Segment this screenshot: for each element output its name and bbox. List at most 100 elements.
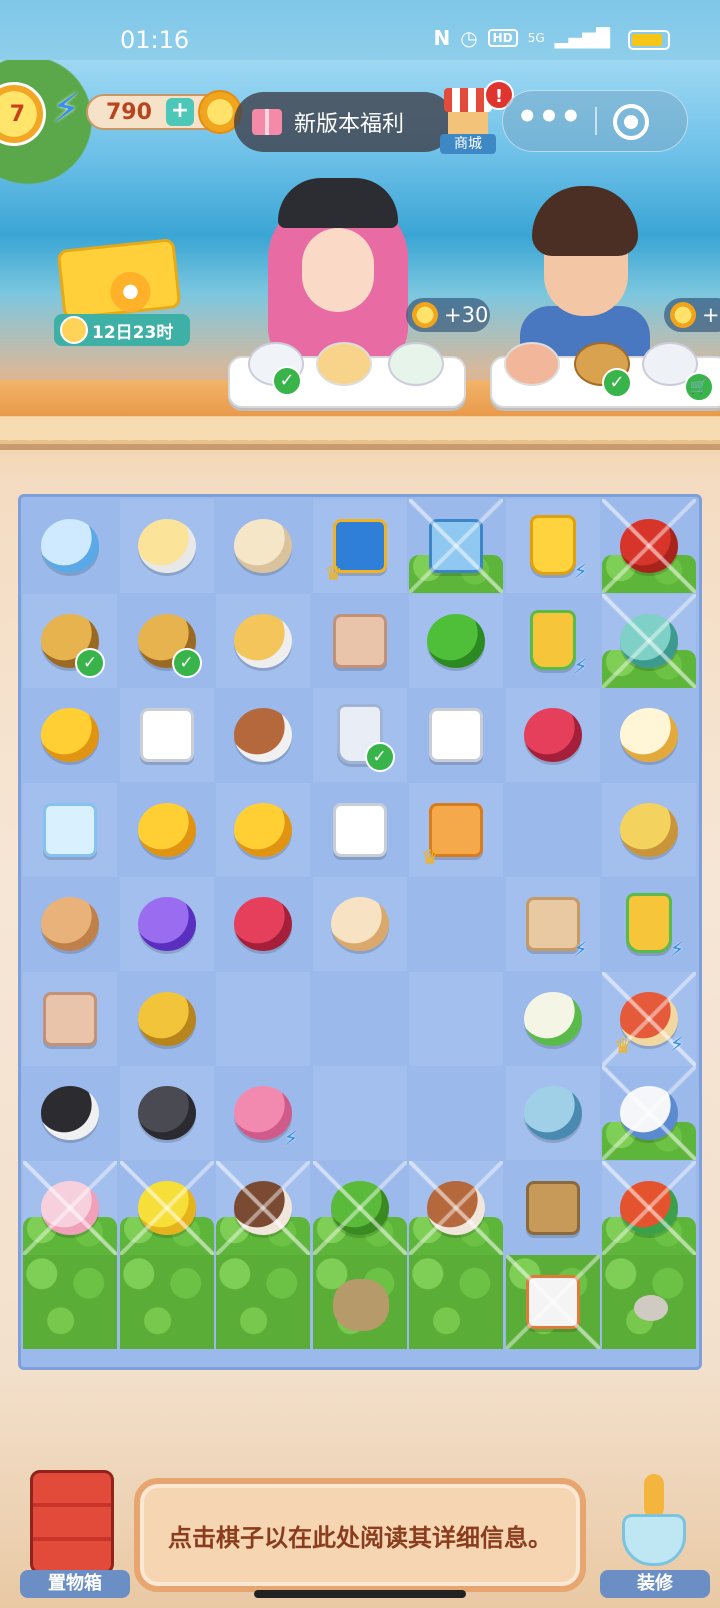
board-cell[interactable]: ⚡ <box>505 877 600 971</box>
meat-bun-piece[interactable] <box>323 887 397 961</box>
board-cell[interactable] <box>505 1255 600 1349</box>
event-badge[interactable]: 12日23时 <box>54 234 190 346</box>
board-cell[interactable] <box>602 782 696 877</box>
egg-custard-piece[interactable] <box>130 509 204 583</box>
strainer-piece[interactable] <box>612 698 686 772</box>
board-cell[interactable] <box>216 1255 310 1349</box>
board-cell[interactable] <box>119 877 214 971</box>
storage-box-button[interactable]: 置物箱 <box>20 1470 130 1600</box>
board-cell[interactable] <box>23 1255 117 1349</box>
board-cell[interactable] <box>312 877 407 971</box>
board-cell[interactable]: ⚡ <box>506 594 600 688</box>
juicer-piece[interactable]: ⚡ <box>612 887 686 961</box>
board-cell[interactable] <box>216 782 310 877</box>
board-cell[interactable] <box>602 499 696 593</box>
board-cell[interactable] <box>216 593 310 688</box>
black-cat-piece[interactable] <box>33 1076 107 1150</box>
add-coins-button[interactable]: + <box>166 98 194 126</box>
coin-counter[interactable]: 790 + <box>86 90 242 134</box>
board-cell[interactable] <box>409 877 503 971</box>
coin-piece[interactable] <box>130 793 204 867</box>
board-cell[interactable]: ♛ ⚡ <box>602 971 696 1066</box>
ruby-gems-piece[interactable] <box>226 887 300 961</box>
board-cell[interactable] <box>409 1160 503 1255</box>
board-cell[interactable]: ⚡ <box>602 877 696 971</box>
tea-mug-piece[interactable]: ✓ <box>323 698 397 772</box>
mystery-box-piece[interactable]: ♛ <box>419 793 493 867</box>
paper-bag-piece[interactable] <box>33 982 107 1056</box>
bun-roll-piece[interactable] <box>226 509 300 583</box>
board-cell[interactable] <box>409 1066 503 1160</box>
board-cell[interactable] <box>23 1066 117 1160</box>
spatula-piece[interactable] <box>516 1171 590 1245</box>
board-cell[interactable] <box>602 593 696 688</box>
ice-bowl-piece[interactable] <box>33 509 107 583</box>
board-cell[interactable] <box>216 877 310 971</box>
shopping-bag-piece[interactable]: ⚡ <box>516 887 590 961</box>
board-cell[interactable] <box>23 499 117 593</box>
board-cell[interactable] <box>23 877 117 971</box>
steamer-piece[interactable]: ✓ <box>33 604 107 678</box>
board-cell[interactable] <box>119 1160 214 1255</box>
board-cell[interactable] <box>409 1255 503 1349</box>
blue-bowl-piece[interactable] <box>516 1076 590 1150</box>
board-cell[interactable] <box>23 688 117 782</box>
fish-piece[interactable] <box>612 793 686 867</box>
board-cell[interactable] <box>120 783 214 877</box>
board-cell[interactable] <box>602 1066 696 1160</box>
board-cell[interactable] <box>119 688 214 782</box>
board-cell[interactable] <box>602 1160 696 1255</box>
tea-bag-piece[interactable] <box>323 793 397 867</box>
board-cell[interactable] <box>409 688 503 782</box>
board-cell[interactable] <box>506 783 600 877</box>
board-cell[interactable] <box>23 782 117 877</box>
board-cell[interactable] <box>409 593 503 688</box>
board-cell[interactable] <box>119 499 214 593</box>
magic-orb-piece[interactable] <box>130 887 204 961</box>
board-cell[interactable] <box>602 1255 696 1349</box>
board-cell[interactable] <box>505 688 600 782</box>
tea-bag-piece[interactable] <box>130 698 204 772</box>
tea-bag-piece[interactable] <box>419 698 493 772</box>
board-cell[interactable] <box>506 972 600 1066</box>
juicer-piece[interactable]: ⚡ <box>516 604 590 678</box>
steamer-piece[interactable]: ✓ <box>130 604 204 678</box>
coin-pair-piece[interactable] <box>226 793 300 867</box>
new-version-bonus-button[interactable]: 新版本福利 <box>234 92 454 152</box>
order-item-soup-bowl[interactable] <box>316 342 372 386</box>
board-cell[interactable] <box>216 688 310 782</box>
gray-cat-piece[interactable] <box>130 1076 204 1150</box>
board-cell[interactable] <box>23 1160 117 1255</box>
board-cell[interactable] <box>120 972 214 1066</box>
cat-piece[interactable] <box>33 887 107 961</box>
board-cell[interactable] <box>119 1066 214 1160</box>
coin-stack-piece[interactable] <box>33 698 107 772</box>
more-options-button[interactable]: ••• <box>503 91 595 151</box>
home-indicator[interactable] <box>254 1590 466 1598</box>
water-bucket-piece[interactable]: ⚡ <box>516 509 590 583</box>
board-cell[interactable] <box>23 971 117 1066</box>
board-cell[interactable] <box>313 972 407 1066</box>
macaron-piece[interactable]: ⚡ <box>226 1076 300 1150</box>
green-pepper-piece[interactable] <box>419 604 493 678</box>
board-cell[interactable] <box>409 971 503 1066</box>
board-cell[interactable] <box>313 783 407 877</box>
customer-girl[interactable] <box>268 178 408 368</box>
board-cell[interactable] <box>313 594 407 688</box>
board-cell[interactable] <box>312 1066 407 1160</box>
board-cell[interactable] <box>216 499 310 593</box>
board-cell[interactable]: ⚡ <box>216 1066 310 1160</box>
close-miniprogram-button[interactable] <box>613 104 649 140</box>
treasure-chest-piece[interactable]: ♛ <box>323 509 397 583</box>
board-cell[interactable] <box>312 1160 407 1255</box>
board-cell[interactable]: ⚡ <box>505 499 600 593</box>
board-cell[interactable] <box>119 1255 214 1349</box>
board-cell[interactable]: ✓ <box>120 594 214 688</box>
board-cell[interactable]: ✓ <box>23 593 117 688</box>
ice-cube-piece[interactable] <box>33 793 107 867</box>
ruby-gems-piece[interactable] <box>516 698 590 772</box>
board-cell[interactable] <box>409 499 503 593</box>
board-cell[interactable]: ♛ <box>409 782 503 877</box>
paper-bag-piece[interactable] <box>323 604 397 678</box>
board-cell[interactable] <box>216 971 310 1066</box>
